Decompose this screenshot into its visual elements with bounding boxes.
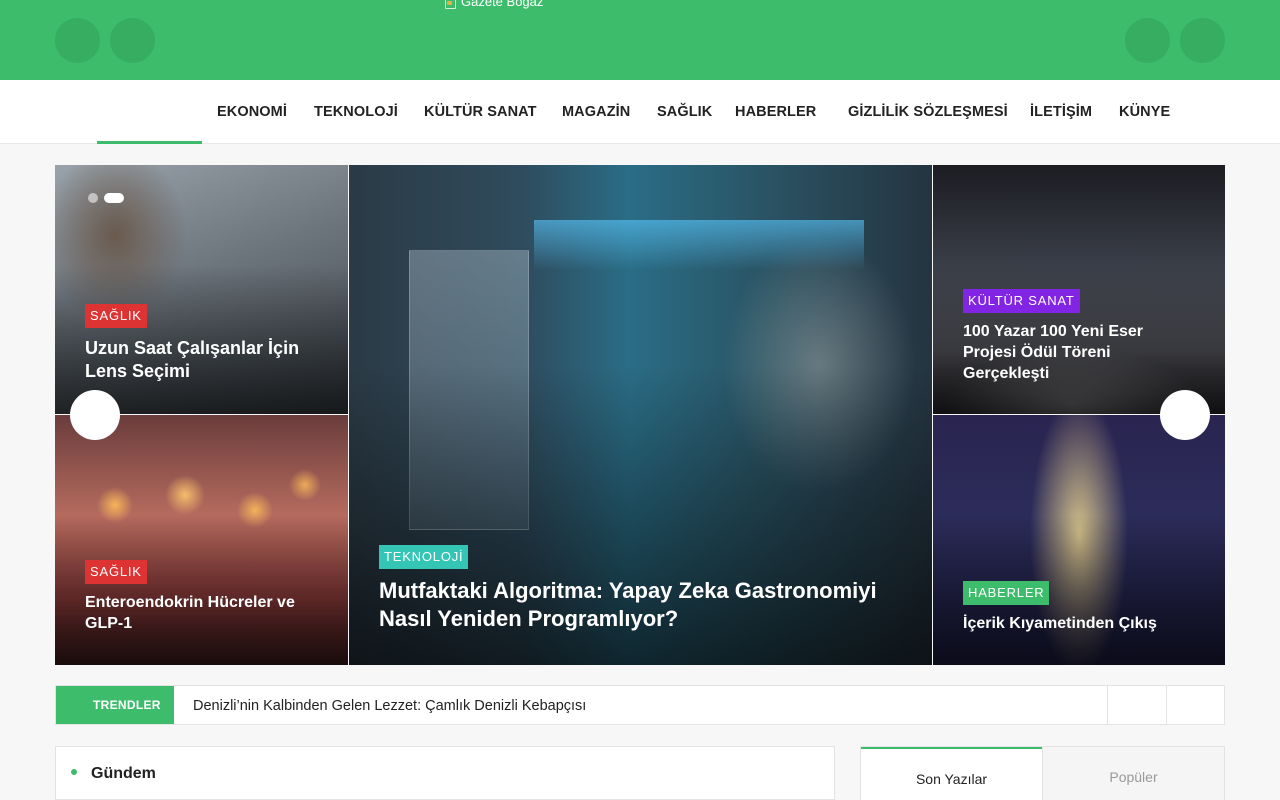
slider-next-button[interactable]: [1160, 390, 1210, 440]
menu-button[interactable]: [55, 18, 100, 63]
nav-active-indicator: [97, 141, 202, 144]
nav-item-iletisim[interactable]: İLETİŞİM: [1030, 104, 1092, 120]
trending-label: TRENDLER: [56, 686, 174, 724]
site-logo[interactable]: Gazete Boğaz: [444, 0, 543, 9]
card-title[interactable]: İçerik Kıyametinden Çıkış: [963, 613, 1203, 634]
dark-mode-button[interactable]: [1125, 18, 1170, 63]
search-button[interactable]: [110, 18, 155, 63]
tab-recent[interactable]: Son Yazılar: [861, 747, 1042, 800]
section-dot-icon: [71, 769, 77, 775]
nav-item-teknoloji[interactable]: TEKNOLOJİ: [314, 104, 398, 120]
slider-prev-button[interactable]: [70, 390, 120, 440]
main-nav: EKONOMİ TEKNOLOJİ KÜLTÜR SANAT MAGAZİN S…: [0, 80, 1280, 144]
category-badge[interactable]: KÜLTÜR SANAT: [963, 289, 1080, 313]
category-badge[interactable]: HABERLER: [963, 581, 1050, 605]
card-title[interactable]: Uzun Saat Çalışanlar İçin Lens Seçimi: [85, 337, 325, 383]
broken-image-icon: [444, 0, 458, 9]
nav-item-saglik[interactable]: SAĞLIK: [657, 104, 712, 120]
sidebar-tabs: Son Yazılar Popüler: [860, 746, 1225, 800]
card-title[interactable]: Enteroendokrin Hücreler ve GLP-1: [85, 592, 325, 634]
slider-dot-active[interactable]: [104, 193, 124, 203]
hero-slider: SAĞLIK Uzun Saat Çalışanlar İçin Lens Se…: [55, 165, 1225, 665]
logo-alt-text: Gazete Boğaz: [461, 0, 544, 9]
category-badge[interactable]: TEKNOLOJİ: [379, 545, 469, 569]
card-title[interactable]: 100 Yazar 100 Yeni Eser Projesi Ödül Tör…: [963, 321, 1183, 384]
section-title: Gündem: [91, 765, 156, 782]
ticker-prev-button[interactable]: [1107, 686, 1166, 724]
nav-item-gizlilik[interactable]: GİZLİLİK SÖZLEŞMESİ: [848, 104, 1008, 120]
user-button[interactable]: [1180, 18, 1225, 63]
nav-item-kultur-sanat[interactable]: KÜLTÜR SANAT: [424, 104, 537, 120]
hero-card-odul[interactable]: KÜLTÜR SANAT 100 Yazar 100 Yeni Eser Pro…: [933, 165, 1225, 414]
trending-ticker: TRENDLER Denizli’nin Kalbinden Gelen Lez…: [55, 685, 1225, 725]
site-header: Gazete Boğaz: [0, 0, 1280, 80]
nav-item-ekonomi[interactable]: EKONOMİ: [217, 104, 287, 120]
trending-headline[interactable]: Denizli’nin Kalbinden Gelen Lezzet: Çaml…: [193, 698, 586, 714]
hero-card-icerik[interactable]: HABERLER İçerik Kıyametinden Çıkış: [933, 415, 1225, 665]
slider-dots: [88, 193, 124, 203]
tab-popular[interactable]: Popüler: [1042, 747, 1224, 800]
nav-item-haberler[interactable]: HABERLER: [735, 104, 816, 120]
gundem-section: Gündem: [55, 746, 835, 800]
nav-item-kunye[interactable]: KÜNYE: [1119, 104, 1170, 120]
card-title[interactable]: Mutfaktaki Algoritma: Yapay Zeka Gastron…: [379, 577, 899, 633]
category-badge[interactable]: SAĞLIK: [85, 304, 147, 328]
ticker-next-button[interactable]: [1166, 686, 1225, 724]
hero-card-glp1[interactable]: SAĞLIK Enteroendokrin Hücreler ve GLP-1: [55, 415, 348, 665]
slider-dot[interactable]: [88, 193, 98, 203]
nav-item-magazin[interactable]: MAGAZİN: [562, 104, 630, 120]
category-badge[interactable]: SAĞLIK: [85, 560, 147, 584]
hero-card-mutfak[interactable]: TEKNOLOJİ Mutfaktaki Algoritma: Yapay Ze…: [349, 165, 932, 665]
